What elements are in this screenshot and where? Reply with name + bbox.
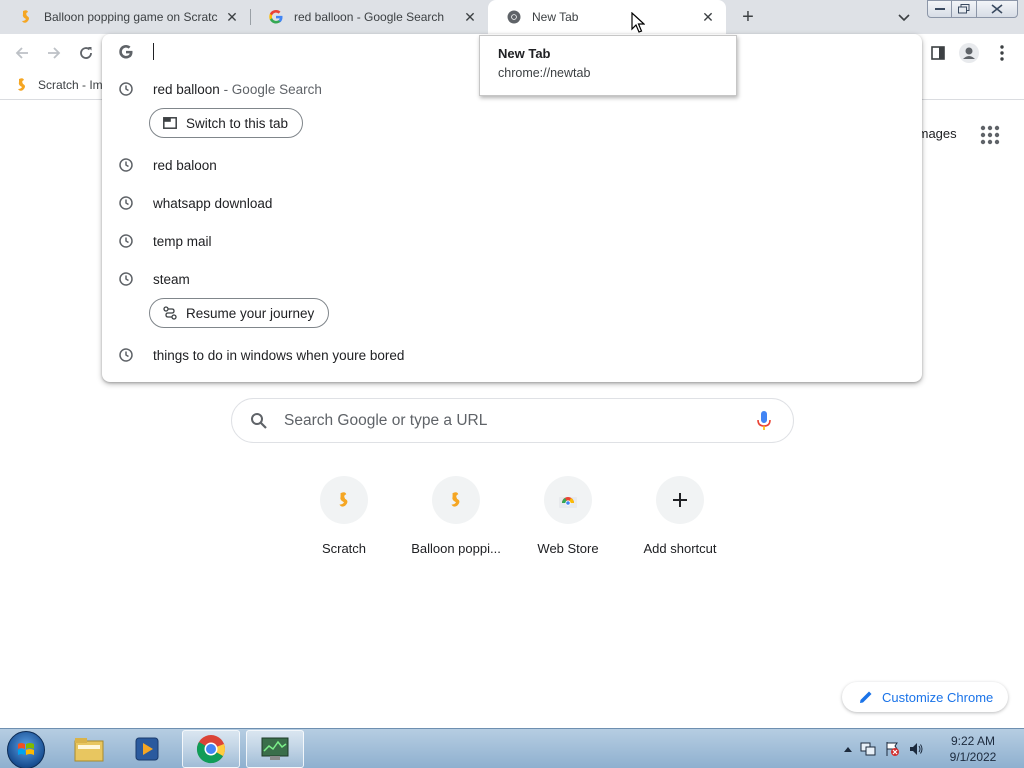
chrome-taskbar-icon[interactable] [182, 730, 240, 768]
back-arrow-icon [15, 47, 28, 59]
tab-google-search[interactable]: red balloon - Google Search ✕ [250, 0, 488, 34]
action-center-flag-icon[interactable] [884, 741, 900, 757]
scratch-icon [320, 476, 368, 524]
forward-button[interactable] [42, 41, 66, 65]
suggestion-text: temp mail [153, 233, 212, 249]
customize-label: Customize Chrome [882, 689, 994, 705]
resume-journey-button[interactable]: Resume your journey [149, 298, 330, 328]
network-icon[interactable] [860, 741, 876, 757]
tab-search-button[interactable] [893, 7, 915, 29]
volume-icon[interactable] [908, 741, 924, 757]
suggestion-row[interactable]: temp mail [102, 222, 922, 260]
history-clock-icon [119, 196, 133, 210]
clock-time: 9:22 AM [950, 734, 996, 748]
customize-chrome-button[interactable]: Customize Chrome [842, 682, 1008, 712]
suggestion-row[interactable]: whatsapp download [102, 184, 922, 222]
more-vert-icon [1000, 45, 1004, 61]
shortcut-label: Add shortcut [643, 541, 717, 556]
chrome-icon [506, 9, 522, 25]
chevron-down-icon [898, 14, 910, 22]
history-clock-icon [119, 272, 133, 286]
shortcut-scratch[interactable]: Scratch [288, 476, 400, 576]
tab-hover-tooltip: New Tab chrome://newtab [479, 35, 737, 96]
close-icon[interactable]: ✕ [224, 9, 240, 25]
history-clock-icon [119, 82, 133, 96]
bookmark-label: Scratch - Im [38, 78, 103, 92]
shortcut-balloon-popping[interactable]: Balloon poppi... [400, 476, 512, 576]
minimize-button[interactable] [927, 0, 952, 18]
google-g-icon [119, 45, 133, 59]
pencil-icon [860, 691, 872, 703]
microphone-icon[interactable] [754, 410, 774, 432]
task-manager-icon[interactable] [246, 730, 304, 768]
suggestion-text: whatsapp download [153, 195, 273, 211]
tab-scratch-game[interactable]: Balloon popping game on Scratch ✕ [0, 0, 250, 34]
text-caret [153, 43, 154, 60]
windows-taskbar: 9:22 AM 9/1/2022 [0, 728, 1024, 768]
switch-tab-label: Switch to this tab [186, 115, 289, 131]
add-shortcut-button[interactable]: Add shortcut [624, 476, 736, 576]
start-button[interactable] [7, 731, 45, 768]
tooltip-url: chrome://newtab [498, 66, 591, 80]
forward-arrow-icon [48, 47, 61, 59]
history-clock-icon [119, 348, 133, 362]
plus-icon [656, 476, 704, 524]
scratch-icon [432, 476, 480, 524]
taskbar-clock[interactable]: 9:22 AM 9/1/2022 [940, 733, 1006, 765]
scratch-icon [14, 77, 30, 93]
avatar-icon [959, 43, 979, 63]
history-clock-icon [119, 158, 133, 172]
restore-button[interactable] [951, 0, 977, 18]
windows-logo-icon [18, 743, 34, 755]
search-icon [251, 413, 267, 429]
history-clock-icon [119, 234, 133, 248]
switch-to-tab-button[interactable]: Switch to this tab [149, 108, 304, 138]
close-window-button[interactable] [976, 0, 1018, 18]
side-panel-button[interactable] [926, 41, 950, 65]
shortcut-label: Web Store [537, 541, 599, 556]
system-tray [844, 735, 924, 763]
show-hidden-icons-icon[interactable] [844, 746, 852, 752]
tab-strip: Balloon popping game on Scratch ✕ red ba… [0, 0, 1024, 34]
suggestion-text: steam [153, 271, 190, 287]
shortcut-web-store[interactable]: Web Store [512, 476, 624, 576]
tooltip-title: New Tab [498, 46, 551, 61]
switch-tab-icon [162, 115, 178, 131]
scratch-icon [18, 9, 34, 25]
back-button[interactable] [10, 41, 34, 65]
media-player-icon[interactable] [118, 730, 176, 768]
suggestion-row[interactable]: red baloon [102, 146, 922, 184]
bookmark-scratch[interactable]: Scratch - Im [14, 77, 103, 93]
profile-button[interactable] [957, 41, 981, 65]
suggestion-text: red baloon [153, 157, 217, 173]
windows-explorer-icon[interactable] [60, 730, 118, 768]
mouse-cursor-icon [631, 12, 645, 33]
new-tab-button[interactable]: + [736, 5, 760, 29]
resume-journey-label: Resume your journey [186, 305, 315, 321]
chrome-web-store-icon [544, 476, 592, 524]
tab-title: red balloon - Google Search [294, 10, 445, 24]
shortcut-label: Scratch [321, 541, 367, 556]
suggestion-row[interactable]: steam [102, 260, 922, 298]
tab-title: Balloon popping game on Scratch [44, 10, 218, 24]
reload-button[interactable] [74, 41, 98, 65]
suggestion-row[interactable]: things to do in windows when youre bored [102, 336, 922, 374]
search-placeholder: Search Google or type a URL [284, 412, 488, 429]
side-panel-icon [931, 46, 945, 60]
suggestion-text: red balloon - Google Search [153, 81, 322, 97]
clock-date: 9/1/2022 [949, 750, 997, 764]
menu-button[interactable] [990, 41, 1014, 65]
close-icon[interactable]: ✕ [462, 9, 478, 25]
tab-new-tab[interactable]: New Tab ✕ [488, 0, 726, 34]
reload-icon [80, 47, 92, 59]
google-icon [268, 9, 284, 25]
ntp-search-box[interactable]: Search Google or type a URL [231, 398, 794, 443]
apps-grid-icon[interactable] [980, 125, 1000, 145]
close-icon[interactable]: ✕ [700, 9, 716, 25]
shortcut-label: Balloon poppi... [411, 541, 501, 556]
suggestion-text: things to do in windows when youre bored [153, 347, 405, 363]
tab-title: New Tab [532, 10, 579, 24]
journey-icon [162, 305, 178, 321]
